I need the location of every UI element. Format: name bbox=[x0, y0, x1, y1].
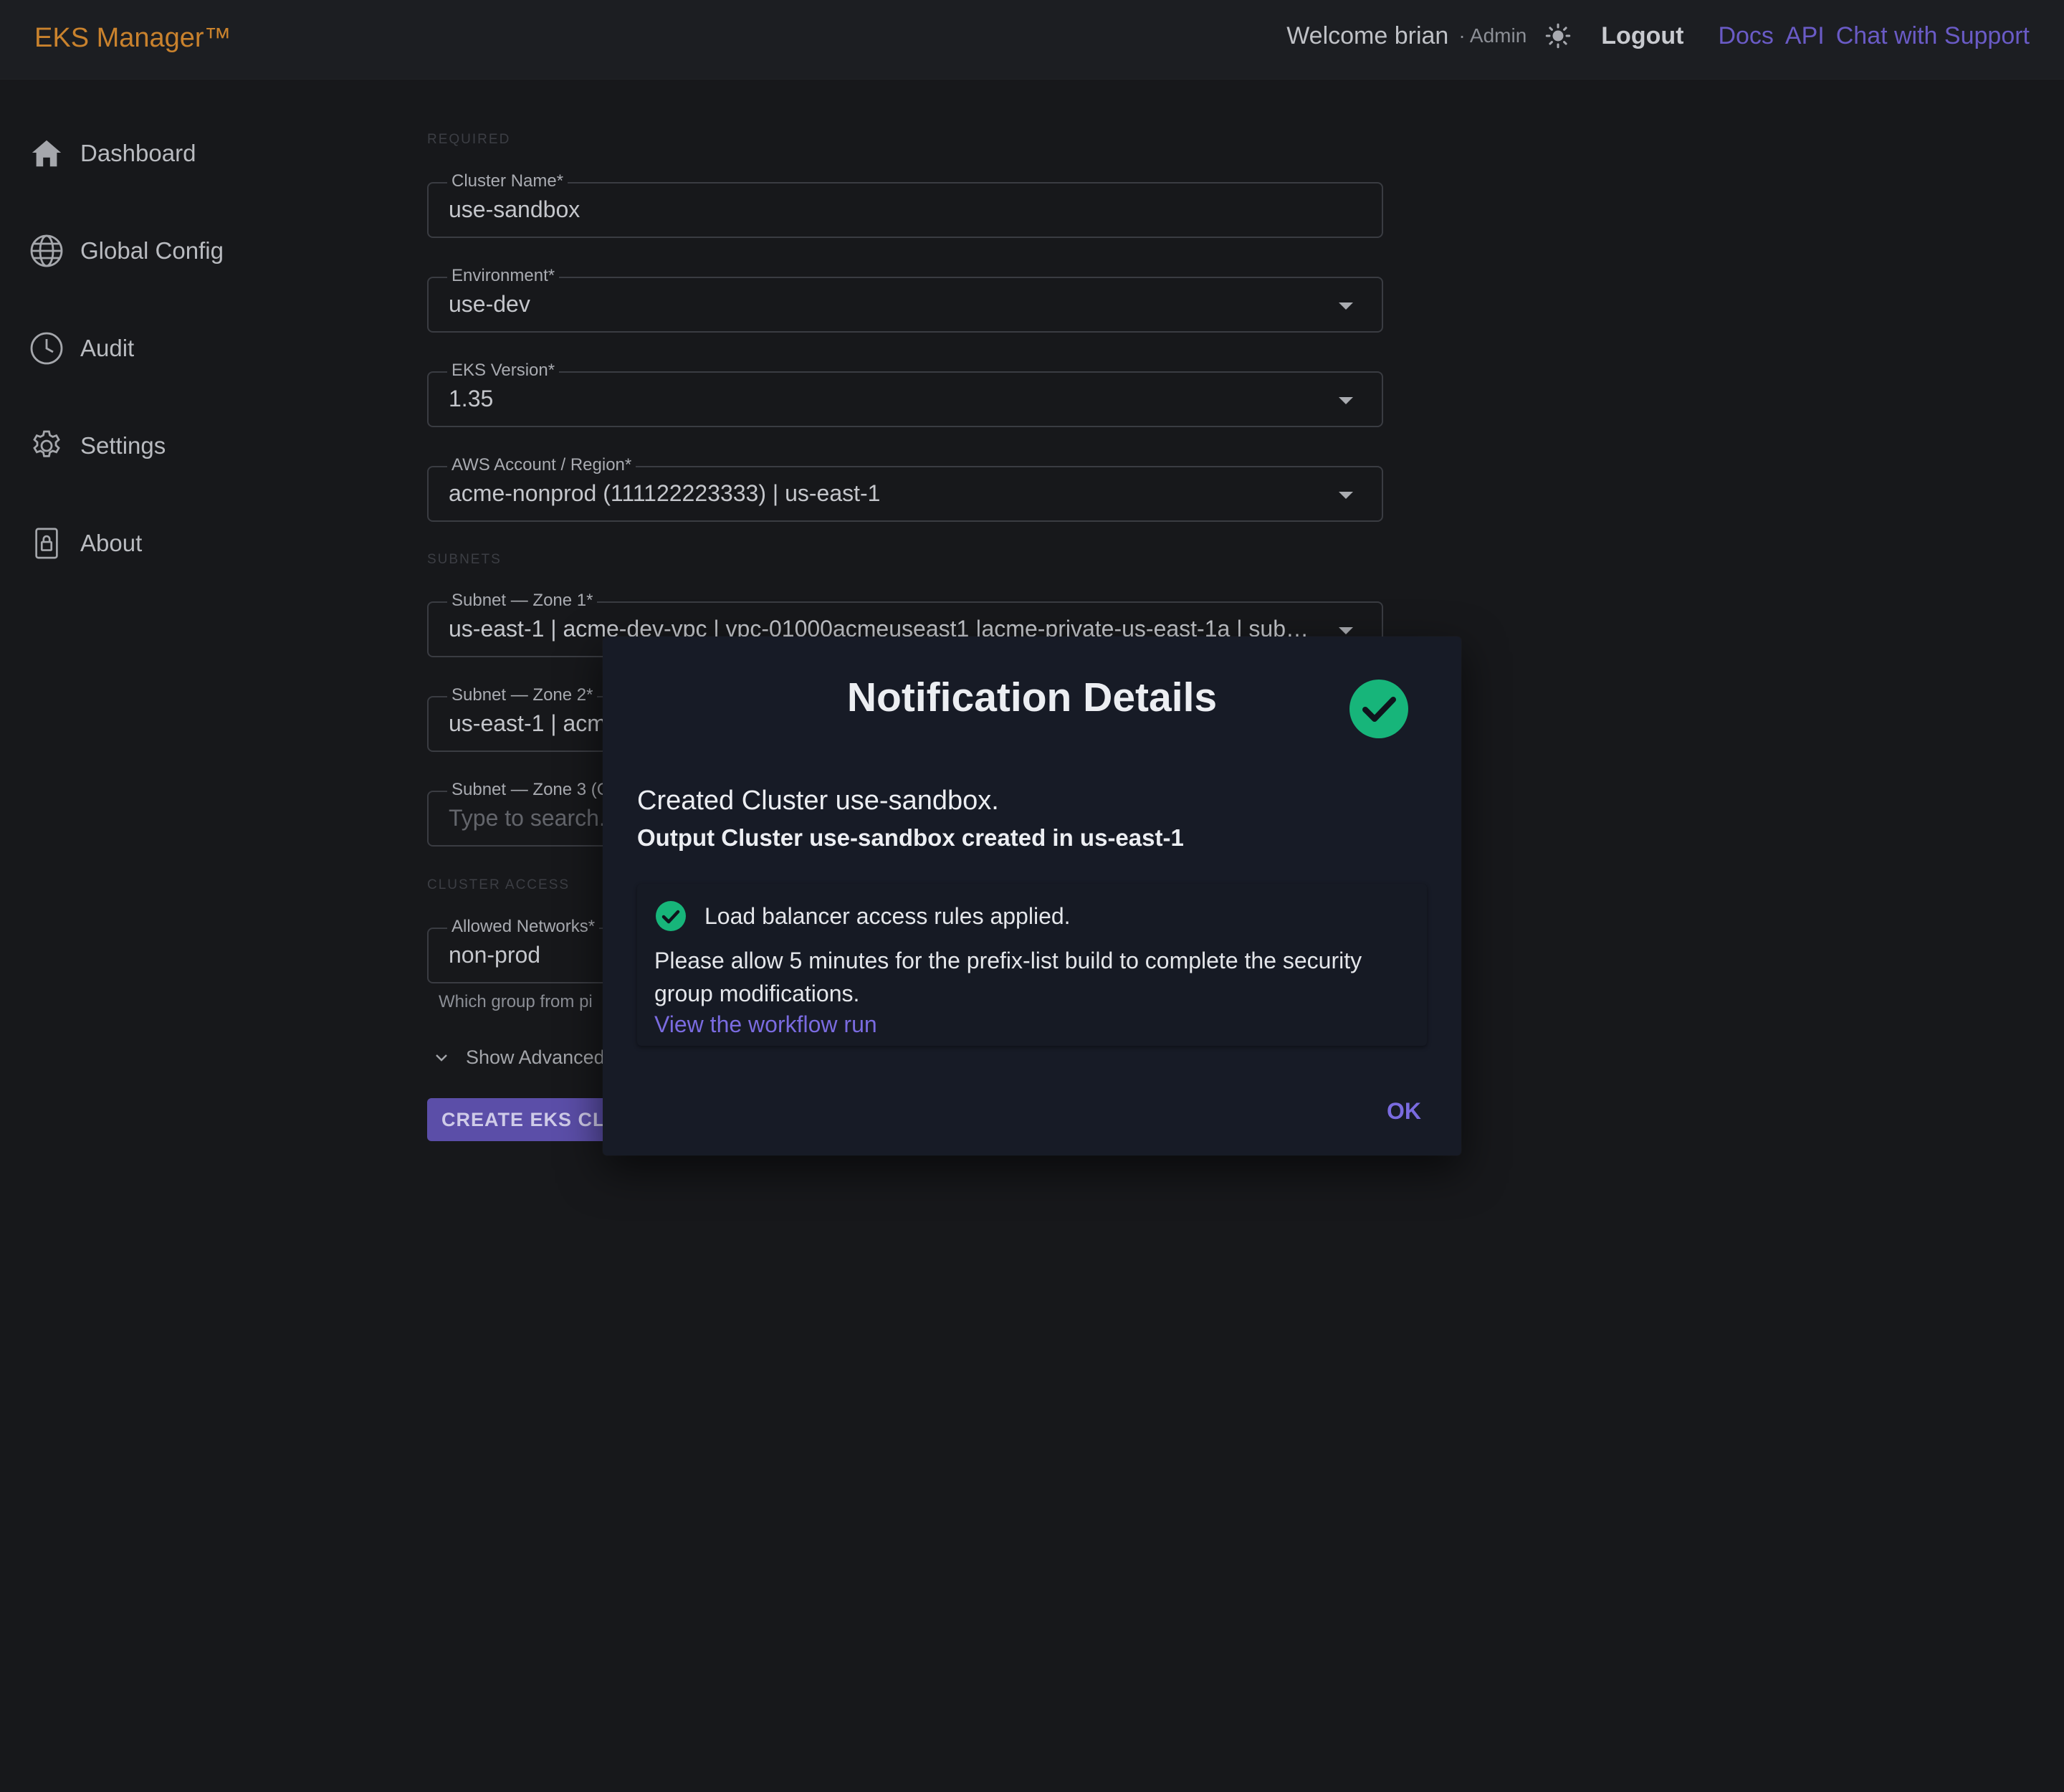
field-label: Environment* bbox=[447, 266, 560, 286]
field-label: Allowed Networks* bbox=[447, 917, 600, 937]
field-label: Subnet — Zone 3 (C bbox=[447, 780, 614, 800]
section-subnets: SUBNETS bbox=[427, 552, 502, 567]
sidebar-item-label: Global Config bbox=[80, 237, 224, 264]
allowed-networks-helper: Which group from pi bbox=[439, 992, 593, 1011]
aws-account-select[interactable]: AWS Account / Region* acme-nonprod (1111… bbox=[427, 455, 1383, 522]
sidebar-item-settings[interactable]: Settings bbox=[29, 424, 166, 467]
field-label: Cluster Name* bbox=[447, 171, 568, 191]
dialog-output: Output Cluster use-sandbox created in us… bbox=[637, 824, 1184, 851]
clock-icon bbox=[29, 330, 64, 366]
ok-button[interactable]: OK bbox=[1387, 1098, 1421, 1125]
sidebar-item-audit[interactable]: Audit bbox=[29, 327, 134, 370]
status-body: Please allow 5 minutes for the prefix-li… bbox=[654, 948, 1362, 1006]
section-cluster-access: CLUSTER ACCESS bbox=[427, 877, 570, 892]
check-circle-icon bbox=[656, 901, 686, 931]
success-check-icon bbox=[1349, 680, 1408, 738]
logout-button[interactable]: Logout bbox=[1601, 22, 1683, 50]
theme-toggle-sun-icon[interactable] bbox=[1544, 22, 1572, 50]
status-text: Load balancer access rules applied. bbox=[704, 902, 1071, 929]
dialog-title: Notification Details bbox=[846, 675, 1218, 720]
dropdown-arrow-icon[interactable] bbox=[1339, 397, 1353, 404]
field-label: Subnet — Zone 2* bbox=[447, 685, 598, 705]
eks-version-select[interactable]: EKS Version* 1.35 bbox=[427, 361, 1383, 427]
field-value: use-sandbox bbox=[449, 196, 580, 222]
sidebar-item-label: About bbox=[80, 530, 143, 556]
gear-icon bbox=[29, 428, 64, 464]
sidebar-item-global-config[interactable]: Global Config bbox=[29, 229, 224, 272]
dropdown-arrow-icon[interactable] bbox=[1339, 627, 1353, 634]
field-value: acme-nonprod (111122223333) | us-east-1 bbox=[449, 480, 881, 506]
status-row: Load balancer access rules applied. bbox=[656, 901, 1071, 931]
field-label: EKS Version* bbox=[447, 361, 560, 381]
workflow-run-link[interactable]: View the workflow run bbox=[654, 1011, 877, 1038]
show-advanced-toggle[interactable]: Show Advanced bbox=[433, 1047, 605, 1069]
chevron-down-icon bbox=[433, 1049, 450, 1067]
app-header: EKS Manager™ Welcome brian · Admin Logou… bbox=[0, 0, 2064, 80]
field-value: 1.35 bbox=[449, 386, 494, 411]
field-value: use-dev bbox=[449, 291, 530, 317]
dialog-message: Created Cluster use-sandbox. bbox=[637, 786, 999, 816]
chat-support-link[interactable]: Chat with Support bbox=[1836, 22, 2030, 50]
status-card: Load balancer access rules applied. Plea… bbox=[637, 884, 1427, 1046]
field-label: Subnet — Zone 1* bbox=[447, 591, 598, 611]
environment-select[interactable]: Environment* use-dev bbox=[427, 266, 1383, 333]
sidebar-item-label: Audit bbox=[80, 335, 135, 361]
home-icon bbox=[29, 135, 64, 171]
show-advanced-label: Show Advanced bbox=[466, 1047, 605, 1068]
welcome-text: Welcome brian bbox=[1286, 22, 1449, 49]
docs-link[interactable]: Docs bbox=[1718, 22, 1773, 50]
dropdown-arrow-icon[interactable] bbox=[1339, 302, 1353, 310]
role-badge: · Admin bbox=[1458, 24, 1527, 47]
cluster-name-input[interactable]: Cluster Name* use-sandbox bbox=[427, 171, 1383, 238]
sidebar-item-label: Settings bbox=[80, 432, 166, 459]
header-right: Welcome brian · Admin Logout Docs API Ch… bbox=[1286, 22, 2030, 50]
brand-logo[interactable]: EKS Manager™ bbox=[34, 23, 231, 54]
globe-icon bbox=[29, 233, 64, 269]
section-required: REQUIRED bbox=[427, 132, 511, 147]
field-label: AWS Account / Region* bbox=[447, 455, 636, 475]
sidebar-item-dashboard[interactable]: Dashboard bbox=[29, 132, 196, 175]
lock-icon bbox=[29, 525, 64, 561]
sidebar-item-about[interactable]: About bbox=[29, 522, 142, 565]
notification-dialog: Notification Details Created Cluster use… bbox=[603, 637, 1461, 1155]
sidebar-item-label: Dashboard bbox=[80, 140, 196, 166]
dropdown-arrow-icon[interactable] bbox=[1339, 492, 1353, 499]
api-link[interactable]: API bbox=[1785, 22, 1825, 50]
